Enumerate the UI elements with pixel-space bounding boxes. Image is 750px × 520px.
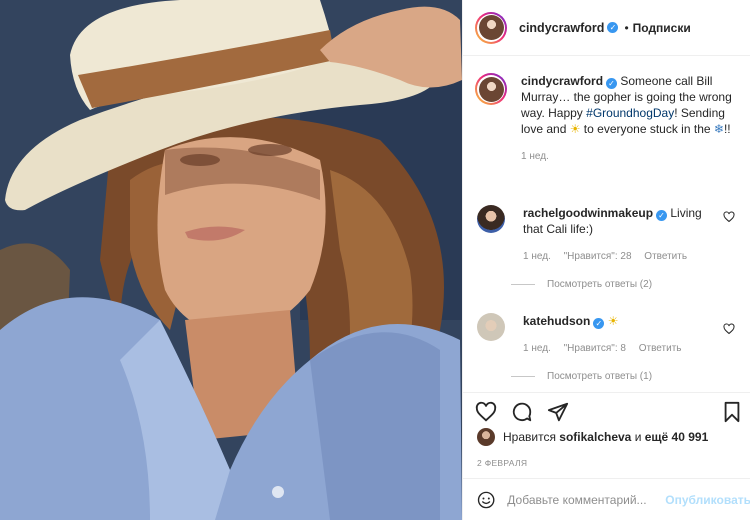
separator-dot: •	[624, 20, 629, 35]
comment-likes[interactable]: "Нравится": 8	[564, 343, 626, 354]
replies-divider	[511, 376, 535, 377]
likes-count[interactable]: ещё 40 991	[645, 430, 709, 444]
comment-text: katehudson ✓ ☀	[523, 313, 713, 329]
snowflake-emoji-icon: ❄	[713, 122, 724, 136]
paper-plane-icon[interactable]	[547, 401, 569, 423]
following-status[interactable]: Подписки	[633, 21, 691, 35]
caption-author[interactable]: cindycrawford	[521, 74, 603, 88]
author-avatar[interactable]	[475, 11, 507, 44]
comment-author[interactable]: rachelgoodwinmakeup	[523, 206, 653, 220]
commenter-avatar[interactable]	[477, 313, 505, 341]
view-replies[interactable]: Посмотреть ответы (1)	[511, 371, 652, 382]
verified-badge-icon: ✓	[607, 22, 619, 33]
reply-button[interactable]: Ответить	[644, 251, 687, 262]
heart-icon[interactable]	[475, 401, 497, 423]
author-username[interactable]: cindycrawford	[519, 21, 604, 35]
caption-author-avatar[interactable]	[475, 73, 507, 105]
instagram-post-modal: cindycrawford ✓ • Подписки cindycrawford…	[0, 0, 750, 520]
verified-badge-icon: ✓	[593, 318, 605, 329]
heart-icon[interactable]	[723, 211, 735, 223]
view-replies[interactable]: Посмотреть ответы (2)	[511, 279, 652, 290]
comment-bubble-icon[interactable]	[511, 401, 533, 423]
post-photo[interactable]	[0, 0, 462, 520]
liker-username[interactable]: sofikalcheva	[559, 430, 631, 444]
comment-meta: 1 нед. "Нравится": 8 Ответить	[523, 343, 713, 354]
caption-time[interactable]: 1 нед.	[521, 151, 741, 162]
caption-text: cindycrawford ✓ Someone call Bill Murray……	[521, 74, 732, 136]
replies-divider	[511, 284, 535, 285]
comment-time[interactable]: 1 нед.	[523, 251, 551, 262]
bookmark-icon[interactable]	[721, 401, 743, 423]
hashtag-link[interactable]: #GroundhogDay	[586, 106, 674, 120]
comment-meta: 1 нед. "Нравится": 28 Ответить	[523, 251, 713, 262]
comments-list[interactable]: cindycrawford ✓ Someone call Bill Murray……	[463, 57, 750, 391]
comment-text: rachelgoodwinmakeup ✓ Living that Cali li…	[523, 206, 702, 236]
liker-avatar[interactable]	[477, 428, 495, 446]
reply-button[interactable]: Ответить	[639, 343, 682, 354]
heart-icon[interactable]	[723, 323, 735, 335]
action-bar	[463, 392, 750, 428]
photo-illustration	[0, 0, 462, 520]
comment-author[interactable]: katehudson	[523, 314, 590, 328]
comment-likes[interactable]: "Нравится": 28	[564, 251, 632, 262]
comment-input[interactable]	[507, 492, 658, 507]
publish-button[interactable]: Опубликовать	[665, 493, 750, 507]
add-comment-bar: Опубликовать	[463, 478, 750, 520]
sun-emoji-icon: ☀	[607, 314, 619, 328]
post-date[interactable]: 2 ФЕВРАЛЯ	[477, 458, 527, 468]
commenter-avatar[interactable]	[477, 205, 505, 233]
likes-summary: Нравится sofikalcheva и ещё 40 991	[477, 428, 708, 446]
post-side-panel: cindycrawford ✓ • Подписки cindycrawford…	[462, 0, 750, 520]
verified-badge-icon: ✓	[656, 210, 668, 221]
comment-time[interactable]: 1 нед.	[523, 343, 551, 354]
comment-item: katehudson ✓ ☀ 1 нед. "Нравится": 8 Ответ…	[475, 313, 743, 354]
smiley-icon[interactable]	[477, 488, 495, 512]
comment-item: rachelgoodwinmakeup ✓ Living that Cali li…	[475, 205, 743, 262]
verified-badge-icon: ✓	[606, 78, 618, 89]
post-header: cindycrawford ✓ • Подписки	[463, 0, 750, 56]
sun-emoji-icon: ☀	[569, 122, 581, 136]
post-caption: cindycrawford ✓ Someone call Bill Murray……	[475, 73, 743, 162]
